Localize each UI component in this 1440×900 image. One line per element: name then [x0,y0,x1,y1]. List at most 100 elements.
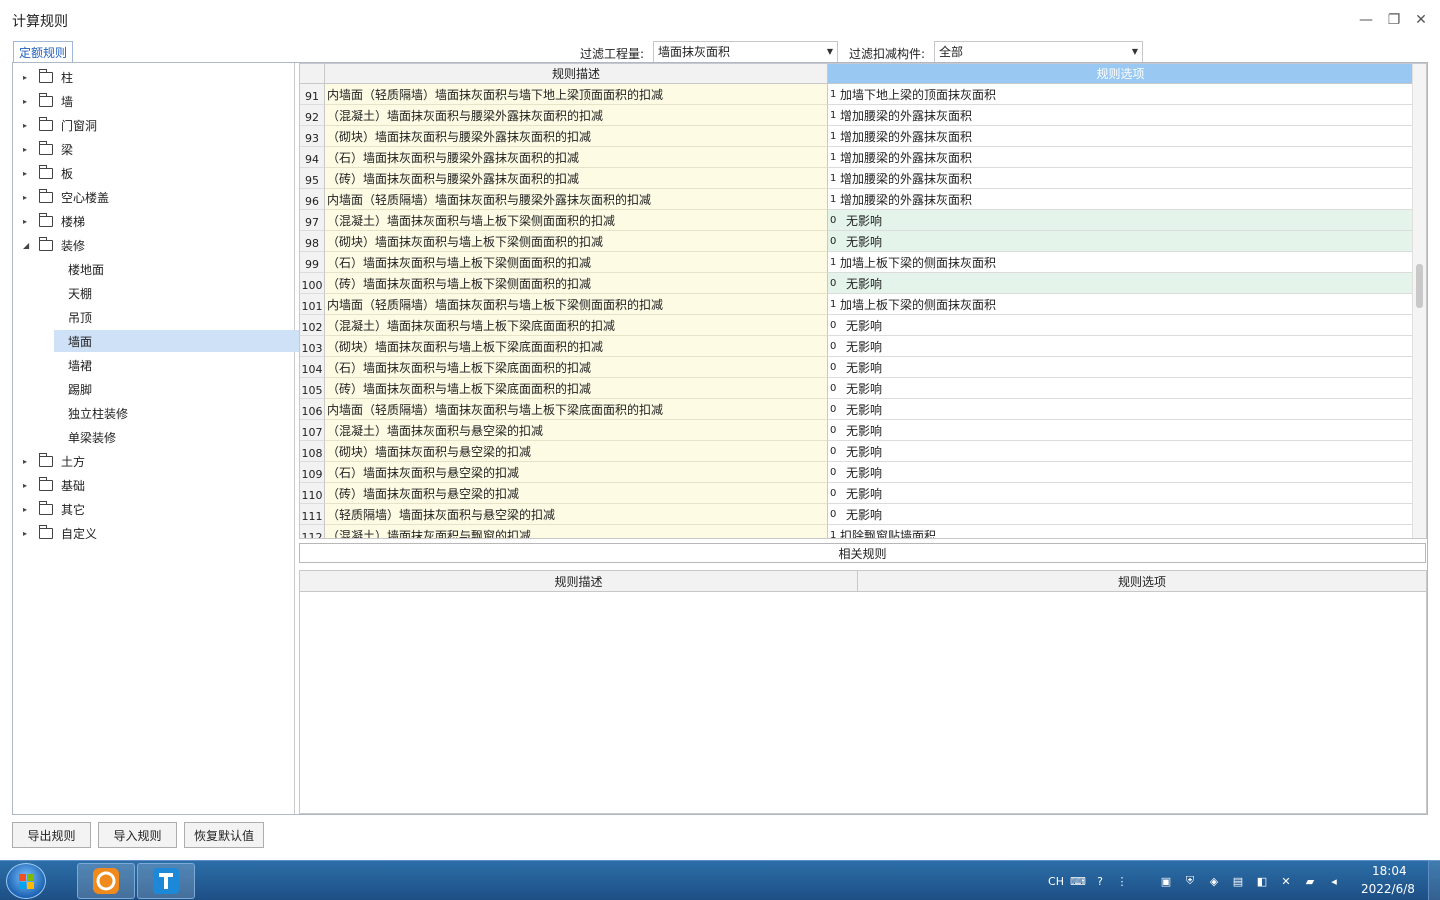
rule-option[interactable]: 1 加墙下地上梁的顶面抹灰面积 [828,84,1413,105]
option-column-header[interactable]: 规则选项 [828,64,1413,84]
rule-option[interactable]: 0 无影响 [828,399,1413,420]
rule-description[interactable]: （石）墙面抹灰面积与墙上板下梁侧面面积的扣减 [325,252,828,273]
tree-item[interactable]: ▸ 楼梯 [13,209,295,233]
collapsed-caret-icon[interactable]: ▸ [23,121,35,130]
tree-child-item[interactable]: 楼地面 [54,258,306,280]
clock-date[interactable]: 2022/6/8 [1361,882,1415,896]
network-icon[interactable]: ✕ [1278,873,1294,889]
expanded-caret-icon[interactable]: ◢ [23,241,35,250]
tree-child-item[interactable]: 墙面 [54,330,306,352]
filter-project-select[interactable]: 墙面抹灰面积 ▼ [653,41,838,63]
table-row[interactable]: 92 （混凝土）墙面抹灰面积与腰梁外露抹灰面积的扣减 1 增加腰梁的外露抹灰面积 [300,105,1413,126]
rule-option[interactable]: 0 无影响 [828,231,1413,252]
table-row[interactable]: 95 （砖）墙面抹灰面积与腰梁外露抹灰面积的扣减 1 增加腰梁的外露抹灰面积 [300,168,1413,189]
table-row[interactable]: 99 （石）墙面抹灰面积与墙上板下梁侧面面积的扣减 1 加墙上板下梁的侧面抹灰面积 [300,252,1413,273]
rule-option[interactable]: 1 增加腰梁的外露抹灰面积 [828,105,1413,126]
tree-item[interactable]: ▸ 土方 [13,449,295,473]
minimize-button[interactable]: — [1352,8,1380,32]
collapsed-caret-icon[interactable]: ▸ [23,481,35,490]
network-monitor-icon[interactable]: ▣ [1158,873,1174,889]
rule-description[interactable]: （轻质隔墙）墙面抹灰面积与悬空梁的扣减 [325,504,828,525]
rule-description[interactable]: （砌块）墙面抹灰面积与墙上板下梁底面面积的扣减 [325,336,828,357]
tray-app-icon[interactable]: ◈ [1206,873,1222,889]
rule-option[interactable]: 0 无影响 [828,336,1413,357]
table-row[interactable]: 91 内墙面（轻质隔墙）墙面抹灰面积与墙下地上梁顶面面积的扣减 1 加墙下地上梁的顶面… [300,84,1413,105]
rule-option[interactable]: 0 无影响 [828,504,1413,525]
related-rules-bar[interactable]: 相关规则 [299,543,1426,563]
collapsed-caret-icon[interactable]: ▸ [23,145,35,154]
grid-scrollbar[interactable] [1412,64,1426,538]
table-row[interactable]: 112 （混凝土）墙面抹灰面积与飘窗的扣减 1 扣除飘窗贴墙面积 [300,525,1413,539]
rule-description[interactable]: （石）墙面抹灰面积与墙上板下梁底面面积的扣减 [325,357,828,378]
table-row[interactable]: 104 （石）墙面抹灰面积与墙上板下梁底面面积的扣减 0 无影响 [300,357,1413,378]
rule-description[interactable]: 内墙面（轻质隔墙）墙面抹灰面积与墙下地上梁顶面面积的扣减 [325,84,828,105]
restore-defaults-button[interactable]: 恢复默认值 [184,822,264,848]
rule-description[interactable]: （砌块）墙面抹灰面积与腰梁外露抹灰面积的扣减 [325,126,828,147]
tray-folder-icon[interactable]: ▰ [1302,873,1318,889]
collapsed-caret-icon[interactable]: ▸ [23,457,35,466]
related-option-header[interactable]: 规则选项 [858,571,1426,592]
rule-description[interactable]: （砖）墙面抹灰面积与腰梁外露抹灰面积的扣减 [325,168,828,189]
rule-option[interactable]: 0 无影响 [828,378,1413,399]
rule-description[interactable]: 内墙面（轻质隔墙）墙面抹灰面积与墙上板下梁底面面积的扣减 [325,399,828,420]
collapsed-caret-icon[interactable]: ▸ [23,169,35,178]
table-row[interactable]: 111 （轻质隔墙）墙面抹灰面积与悬空梁的扣减 0 无影响 [300,504,1413,525]
tree-child-item[interactable]: 吊顶 [54,306,306,328]
rule-description[interactable]: （石）墙面抹灰面积与腰梁外露抹灰面积的扣减 [325,147,828,168]
volume-icon[interactable]: ◂ [1326,873,1342,889]
table-row[interactable]: 98 （砌块）墙面抹灰面积与墙上板下梁侧面面积的扣减 0 无影响 [300,231,1413,252]
nvidia-icon[interactable]: ◧ [1254,873,1270,889]
rule-description[interactable]: 内墙面（轻质隔墙）墙面抹灰面积与墙上板下梁侧面面积的扣减 [325,294,828,315]
related-desc-header[interactable]: 规则描述 [300,571,858,592]
rule-option[interactable]: 0 无影响 [828,420,1413,441]
tree-item[interactable]: ▸ 梁 [13,137,295,161]
table-row[interactable]: 106 内墙面（轻质隔墙）墙面抹灰面积与墙上板下梁底面面积的扣减 0 无影响 [300,399,1413,420]
collapsed-caret-icon[interactable]: ▸ [23,505,35,514]
scrollbar-thumb[interactable] [1416,264,1423,308]
rule-option[interactable]: 1 加墙上板下梁的侧面抹灰面积 [828,252,1413,273]
help-icon[interactable]: ? [1092,873,1108,889]
keyboard-icon[interactable]: ⌨ [1070,873,1086,889]
table-row[interactable]: 110 （砖）墙面抹灰面积与悬空梁的扣减 0 无影响 [300,483,1413,504]
start-button[interactable] [6,863,46,899]
rule-description[interactable]: （砌块）墙面抹灰面积与墙上板下梁侧面面积的扣减 [325,231,828,252]
tree-item[interactable]: ▸ 其它 [13,497,295,521]
tree-child-item[interactable]: 天棚 [54,282,306,304]
rule-option[interactable]: 1 扣除飘窗贴墙面积 [828,525,1413,539]
tree-child-item[interactable]: 单梁装修 [54,426,306,448]
rule-description[interactable]: （混凝土）墙面抹灰面积与飘窗的扣减 [325,525,828,538]
filter-member-select[interactable]: 全部 ▼ [934,41,1143,63]
taskbar-app-browser[interactable] [77,863,135,899]
table-row[interactable]: 96 内墙面（轻质隔墙）墙面抹灰面积与腰梁外露抹灰面积的扣减 1 增加腰梁的外露抹灰面… [300,189,1413,210]
table-row[interactable]: 94 （石）墙面抹灰面积与腰梁外露抹灰面积的扣减 1 增加腰梁的外露抹灰面积 [300,147,1413,168]
rule-description[interactable]: （砌块）墙面抹灰面积与悬空梁的扣减 [325,441,828,462]
tree-item[interactable]: ◢ 装修 [13,233,295,257]
table-row[interactable]: 108 （砌块）墙面抹灰面积与悬空梁的扣减 0 无影响 [300,441,1413,462]
import-rules-button[interactable]: 导入规则 [98,822,177,848]
tree-item[interactable]: ▸ 基础 [13,473,295,497]
rule-description[interactable]: （砖）墙面抹灰面积与墙上板下梁底面面积的扣减 [325,378,828,399]
collapsed-caret-icon[interactable]: ▸ [23,529,35,538]
export-rules-button[interactable]: 导出规则 [12,822,91,848]
table-row[interactable]: 105 （砖）墙面抹灰面积与墙上板下梁底面面积的扣减 0 无影响 [300,378,1413,399]
show-desktop-button[interactable] [1428,860,1440,900]
collapsed-caret-icon[interactable]: ▸ [23,217,35,226]
rule-option[interactable]: 0 无影响 [828,315,1413,336]
tree-item[interactable]: ▸ 板 [13,161,295,185]
rule-description[interactable]: （混凝土）墙面抹灰面积与墙上板下梁侧面面积的扣减 [325,210,828,231]
taskbar-app-tool[interactable] [137,863,195,899]
rule-option[interactable]: 1 加墙上板下梁的侧面抹灰面积 [828,294,1413,315]
rule-description[interactable]: （混凝土）墙面抹灰面积与墙上板下梁底面面积的扣减 [325,315,828,336]
tree-item[interactable]: ▸ 空心楼盖 [13,185,295,209]
tab-quota-rules[interactable]: 定额规则 [13,41,73,62]
rule-option[interactable]: 0 无影响 [828,483,1413,504]
rule-option[interactable]: 0 无影响 [828,462,1413,483]
rule-option[interactable]: 0 无影响 [828,273,1413,294]
rule-description[interactable]: （砖）墙面抹灰面积与悬空梁的扣减 [325,483,828,504]
table-row[interactable]: 100 （砖）墙面抹灰面积与墙上板下梁侧面面积的扣减 0 无影响 [300,273,1413,294]
table-row[interactable]: 93 （砌块）墙面抹灰面积与腰梁外露抹灰面积的扣减 1 增加腰梁的外露抹灰面积 [300,126,1413,147]
collapsed-caret-icon[interactable]: ▸ [23,97,35,106]
close-button[interactable]: ✕ [1407,8,1435,32]
table-row[interactable]: 107 （混凝土）墙面抹灰面积与悬空梁的扣减 0 无影响 [300,420,1413,441]
tree-item[interactable]: ▸ 门窗洞 [13,113,295,137]
